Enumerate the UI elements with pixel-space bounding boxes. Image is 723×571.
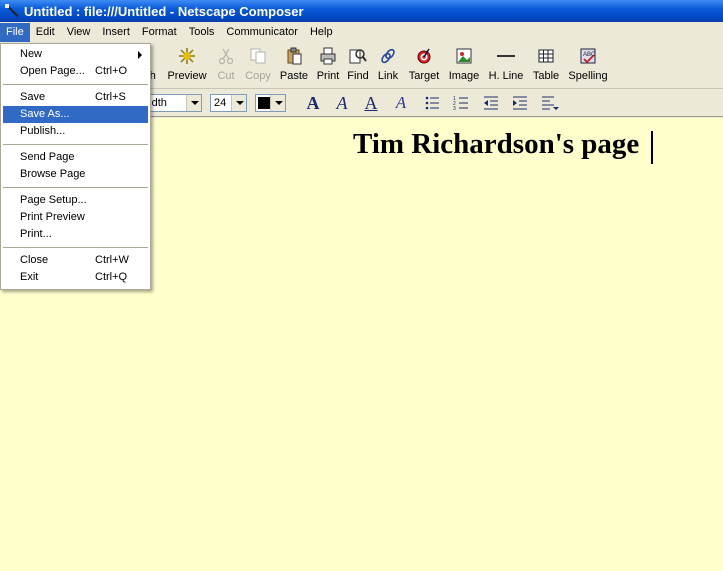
menu-view[interactable]: View xyxy=(61,23,97,42)
target-bullseye-icon xyxy=(415,47,433,65)
image-button[interactable]: Image xyxy=(447,47,481,87)
bullet-list-button[interactable] xyxy=(421,92,443,114)
svg-text:ABC: ABC xyxy=(583,52,596,58)
print-button[interactable]: Print xyxy=(315,47,341,87)
menu-insert[interactable]: Insert xyxy=(96,23,136,42)
chevron-down-icon xyxy=(186,95,201,111)
italic-a-icon: A xyxy=(336,93,348,113)
target-button[interactable]: Target xyxy=(406,47,442,87)
menu-bar: File Edit View Insert Format Tools Commu… xyxy=(0,22,723,43)
bold-a-icon: A xyxy=(306,93,320,113)
scissors-icon xyxy=(217,47,235,65)
menu-communicator[interactable]: Communicator xyxy=(220,23,304,42)
bold-button[interactable]: A xyxy=(302,92,324,114)
menu-edit[interactable]: Edit xyxy=(30,23,61,42)
align-left-dropdown-icon xyxy=(541,96,559,111)
menu-separator xyxy=(3,144,148,145)
page-heading[interactable]: Tim Richardson's page xyxy=(353,128,639,161)
printer-icon xyxy=(319,47,337,65)
file-menu-save[interactable]: Save Ctrl+S xyxy=(3,89,148,106)
decrease-indent-button[interactable] xyxy=(480,92,502,114)
file-menu-save-as[interactable]: Save As... xyxy=(3,106,148,123)
copy-button[interactable]: Copy xyxy=(244,47,272,87)
menu-format[interactable]: Format xyxy=(136,23,183,42)
file-menu-close[interactable]: Close Ctrl+W xyxy=(3,252,148,269)
menu-separator xyxy=(3,84,148,85)
file-menu-print[interactable]: Print... xyxy=(3,226,148,243)
submenu-arrow-icon xyxy=(138,51,142,59)
spelling-check-icon: ABC xyxy=(579,47,597,65)
text-caret xyxy=(651,131,653,164)
file-menu-browse-page[interactable]: Browse Page xyxy=(3,166,148,183)
indent-icon xyxy=(512,96,528,110)
menu-tools[interactable]: Tools xyxy=(183,23,221,42)
hline-button[interactable]: H. Line xyxy=(487,47,525,87)
link-chain-icon xyxy=(379,47,397,65)
spelling-button[interactable]: ABC Spelling xyxy=(567,47,609,87)
color-swatch xyxy=(258,97,270,109)
text-color-select[interactable] xyxy=(255,94,286,112)
underline-a-icon: A xyxy=(364,93,378,113)
file-menu-publish[interactable]: Publish... xyxy=(3,123,148,140)
file-menu-print-preview[interactable]: Print Preview xyxy=(3,209,148,226)
file-menu-dropdown: New Open Page... Ctrl+O Save Ctrl+S Save… xyxy=(0,43,151,290)
svg-text:3: 3 xyxy=(453,106,456,111)
chevron-down-icon xyxy=(270,95,285,111)
file-menu-open-page[interactable]: Open Page... Ctrl+O xyxy=(3,63,148,80)
menu-help[interactable]: Help xyxy=(304,23,339,42)
font-size-select[interactable]: 24 xyxy=(210,94,247,112)
window-title: Untitled : file:///Untitled - Netscape C… xyxy=(24,3,304,19)
menu-separator xyxy=(3,187,148,188)
increase-indent-button[interactable] xyxy=(509,92,531,114)
italic-button[interactable]: A xyxy=(331,92,353,114)
bullet-list-icon xyxy=(424,96,440,110)
outdent-icon xyxy=(483,96,499,110)
file-menu-new[interactable]: New xyxy=(3,46,148,63)
numbered-list-icon: 123 xyxy=(453,96,469,112)
preview-sparkle-icon xyxy=(178,47,196,65)
numbered-list-button[interactable]: 123 xyxy=(450,92,472,114)
underline-button[interactable]: A xyxy=(360,92,382,114)
link-button[interactable]: Link xyxy=(376,47,400,87)
preview-button[interactable]: Preview xyxy=(166,47,208,87)
clear-styles-icon: A xyxy=(395,93,407,112)
menu-file[interactable]: File xyxy=(0,23,30,42)
chevron-down-icon xyxy=(231,95,246,111)
table-button[interactable]: Table xyxy=(530,47,562,87)
file-menu-send-page[interactable]: Send Page xyxy=(3,149,148,166)
file-menu-page-setup[interactable]: Page Setup... xyxy=(3,192,148,209)
copy-icon xyxy=(249,47,267,65)
horizontal-line-icon xyxy=(497,47,515,65)
find-button[interactable]: Find xyxy=(346,47,370,87)
clipboard-paste-icon xyxy=(285,47,303,65)
composer-app-icon xyxy=(4,3,20,19)
title-bar[interactable]: Untitled : file:///Untitled - Netscape C… xyxy=(0,0,723,22)
clear-styles-button[interactable]: A xyxy=(390,92,412,114)
cut-button[interactable]: Cut xyxy=(214,47,238,87)
find-magnifier-icon xyxy=(349,47,367,65)
image-picture-icon xyxy=(455,47,473,65)
paste-button[interactable]: Paste xyxy=(278,47,310,87)
menu-separator xyxy=(3,247,148,248)
table-grid-icon xyxy=(537,47,555,65)
alignment-button[interactable] xyxy=(539,92,561,114)
file-menu-exit[interactable]: Exit Ctrl+Q xyxy=(3,269,148,286)
